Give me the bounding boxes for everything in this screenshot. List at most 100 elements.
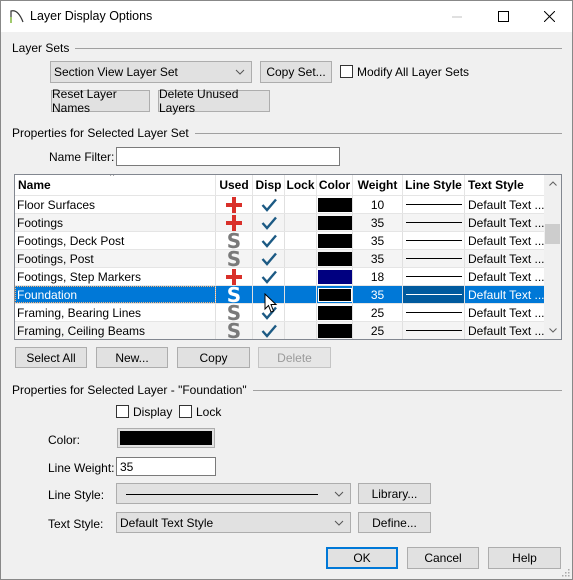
cell-lock[interactable] bbox=[285, 322, 317, 339]
column-header-weight[interactable]: Weight bbox=[353, 175, 403, 195]
column-header-name[interactable]: Name bbox=[15, 175, 216, 195]
color-swatch bbox=[317, 233, 352, 248]
cell-lock[interactable] bbox=[285, 196, 317, 213]
table-row[interactable]: Footings, Step Markers 18 Default Text ... bbox=[15, 267, 545, 285]
close-button[interactable] bbox=[526, 1, 572, 32]
cell-display[interactable] bbox=[253, 214, 285, 231]
name-filter-label: Name Filter: bbox=[49, 150, 115, 164]
cell-name: Framing, Bearing Lines bbox=[15, 304, 216, 321]
table-row[interactable]: Footings, Deck Post S 35 Default Text ... bbox=[15, 231, 545, 249]
cell-color[interactable] bbox=[317, 304, 353, 321]
cell-color[interactable] bbox=[317, 286, 353, 303]
line-weight-value: 35 bbox=[120, 459, 134, 474]
delete-layer-button[interactable]: Delete bbox=[258, 347, 331, 368]
column-header-disp[interactable]: Disp bbox=[253, 175, 285, 195]
modify-all-layer-sets-label: Modify All Layer Sets bbox=[357, 65, 470, 79]
cell-lock[interactable] bbox=[285, 214, 317, 231]
name-filter-input[interactable] bbox=[116, 147, 340, 166]
line-style-label: Line Style: bbox=[48, 488, 105, 502]
cell-lock[interactable] bbox=[285, 232, 317, 249]
minimize-button[interactable] bbox=[434, 1, 480, 32]
cell-weight: 35 bbox=[353, 250, 403, 267]
cell-display[interactable] bbox=[253, 250, 285, 267]
cell-display[interactable] bbox=[253, 322, 285, 339]
line-style-preview bbox=[405, 204, 462, 205]
table-row[interactable]: Framing, Bearing Lines S 25 Default Text ..… bbox=[15, 303, 545, 321]
define-button[interactable]: Define... bbox=[358, 512, 431, 533]
cell-color[interactable] bbox=[317, 268, 353, 285]
cell-text-style: Default Text ... bbox=[465, 232, 545, 249]
cell-used: S bbox=[216, 322, 253, 339]
line-style-dropdown[interactable] bbox=[116, 483, 351, 504]
modify-all-layer-sets-checkbox[interactable] bbox=[340, 65, 353, 78]
scroll-down-button[interactable] bbox=[544, 322, 561, 339]
maximize-icon bbox=[497, 11, 509, 22]
color-swatch bbox=[317, 215, 352, 230]
table-row[interactable]: Footings, Post S 35 Default Text ... bbox=[15, 249, 545, 267]
cell-weight: 25 bbox=[353, 322, 403, 339]
column-header-lock[interactable]: Lock bbox=[285, 175, 317, 195]
cell-color[interactable] bbox=[317, 250, 353, 267]
layer-table: ^ Name Used Disp Lock Color Weight Line … bbox=[14, 174, 562, 340]
cell-lock[interactable] bbox=[285, 250, 317, 267]
cell-text-style: Default Text ... bbox=[465, 304, 545, 321]
display-checkbox[interactable] bbox=[116, 405, 129, 418]
cell-lock[interactable] bbox=[285, 304, 317, 321]
cell-weight: 35 bbox=[353, 286, 403, 303]
lock-checkbox[interactable] bbox=[179, 405, 192, 418]
table-row[interactable]: Floor Surfaces 10 Default Text ... bbox=[15, 195, 545, 213]
cell-color[interactable] bbox=[317, 196, 353, 213]
cell-line-style bbox=[403, 322, 465, 339]
line-style-preview bbox=[405, 330, 462, 331]
new-layer-button[interactable]: New... bbox=[96, 347, 168, 368]
resize-grip-icon[interactable] bbox=[560, 567, 570, 577]
checkmark-icon bbox=[261, 324, 277, 338]
scrollbar-thumb[interactable] bbox=[545, 224, 560, 244]
copy-set-button[interactable]: Copy Set... bbox=[260, 61, 332, 83]
column-header-color[interactable]: Color bbox=[317, 175, 353, 195]
color-picker-button[interactable] bbox=[117, 428, 215, 448]
line-weight-input[interactable]: 35 bbox=[116, 457, 216, 476]
close-icon bbox=[543, 11, 555, 22]
column-header-line-style[interactable]: Line Style bbox=[403, 175, 465, 195]
line-style-preview bbox=[405, 258, 462, 259]
cell-display[interactable] bbox=[253, 196, 285, 213]
reset-layer-names-button[interactable]: Reset Layer Names bbox=[51, 87, 150, 115]
cell-weight: 18 bbox=[353, 268, 403, 285]
cell-display[interactable] bbox=[253, 268, 285, 285]
text-style-dropdown[interactable]: Default Text Style bbox=[116, 512, 351, 533]
cell-lock[interactable] bbox=[285, 286, 317, 303]
cell-text-style: Default Text ... bbox=[465, 268, 545, 285]
used-s-icon: S bbox=[226, 286, 242, 303]
used-s-icon: S bbox=[226, 322, 242, 339]
cell-lock[interactable] bbox=[285, 268, 317, 285]
cancel-button[interactable]: Cancel bbox=[407, 547, 479, 569]
copy-layer-button[interactable]: Copy bbox=[177, 347, 250, 368]
table-row[interactable]: Foundation S 35 Default Text ... bbox=[15, 285, 545, 303]
cell-color[interactable] bbox=[317, 232, 353, 249]
cell-used: S bbox=[216, 304, 253, 321]
cell-color[interactable] bbox=[317, 214, 353, 231]
cell-used: S bbox=[216, 232, 253, 249]
table-row[interactable]: Footings 35 Default Text ... bbox=[15, 213, 545, 231]
delete-unused-layers-button[interactable]: Delete Unused Layers bbox=[158, 87, 270, 115]
cell-line-style bbox=[403, 196, 465, 213]
ok-button[interactable]: OK bbox=[326, 547, 398, 569]
scroll-up-button[interactable] bbox=[544, 175, 561, 192]
maximize-button[interactable] bbox=[480, 1, 526, 32]
layer-set-dropdown[interactable]: Section View Layer Set bbox=[50, 61, 252, 83]
cell-text-style: Default Text ... bbox=[465, 286, 545, 303]
help-button[interactable]: Help bbox=[488, 547, 561, 569]
library-button[interactable]: Library... bbox=[358, 483, 431, 504]
column-header-used[interactable]: Used bbox=[216, 175, 253, 195]
column-header-text-style[interactable]: Text Style bbox=[465, 175, 545, 195]
line-style-preview bbox=[405, 240, 462, 241]
table-row[interactable]: Framing, Ceiling Beams S 25 Default Text ..… bbox=[15, 321, 545, 339]
layer-display-options-dialog: Layer Display Options Layer Sets Section… bbox=[0, 0, 573, 580]
select-all-button[interactable]: Select All bbox=[15, 347, 87, 368]
table-scrollbar[interactable] bbox=[544, 175, 561, 339]
cell-display[interactable] bbox=[253, 232, 285, 249]
cell-color[interactable] bbox=[317, 322, 353, 339]
chevron-up-icon bbox=[548, 181, 557, 186]
cell-name: Footings, Post bbox=[15, 250, 216, 267]
